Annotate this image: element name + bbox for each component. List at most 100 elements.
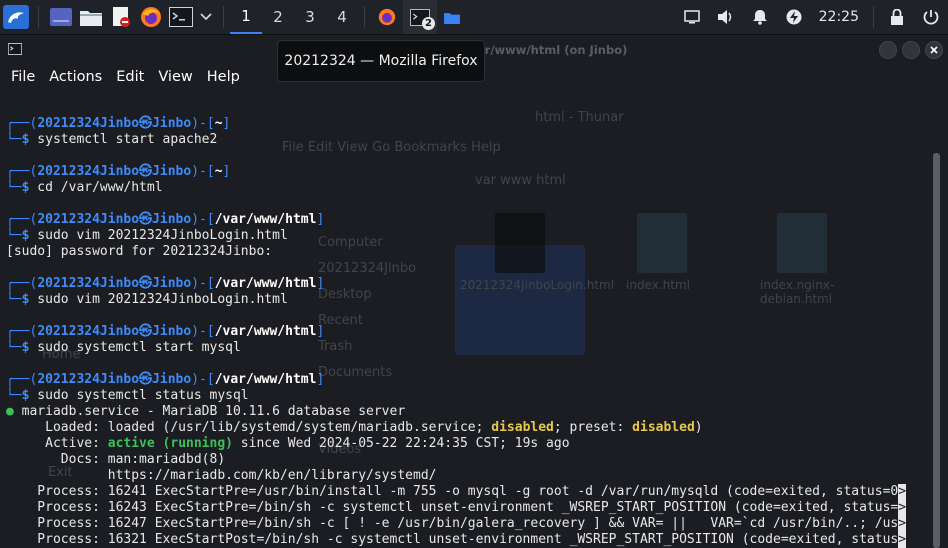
prompt-frame: ] <box>316 276 325 291</box>
prompt-frame: )-[ <box>191 164 215 179</box>
notifications-button[interactable] <box>743 0 777 34</box>
file-manager-launcher[interactable] <box>77 0 105 34</box>
status-process: Process: 16243 ExecStartPre=/bin/sh -c s… <box>6 500 899 515</box>
workspace-2[interactable]: 2 <box>262 0 294 34</box>
truncation-marker: > <box>898 532 907 548</box>
power-bolt-icon <box>786 9 802 25</box>
status-process-line: Process: 16321 ExecStartPost=/bin/sh -c … <box>6 532 907 548</box>
folder-icon <box>80 11 102 26</box>
status-process: Process: 16247 ExecStartPre=/bin/sh -c [… <box>6 516 899 531</box>
lock-screen-button[interactable] <box>880 0 914 34</box>
close-button[interactable] <box>925 41 943 59</box>
status-active-label: Active: <box>6 436 108 451</box>
terminal-icon <box>169 7 193 27</box>
volume-button[interactable] <box>709 0 743 34</box>
firefox-icon <box>141 7 161 27</box>
command-text: cd /var/www/html <box>29 180 163 195</box>
status-docs-line: Docs: man:mariadbd(8) <box>6 452 225 468</box>
terminal-icon <box>8 43 22 55</box>
prompt-user-host: 20212324Jinbo㉿Jinbo <box>37 116 192 131</box>
minimize-button[interactable] <box>879 41 897 59</box>
system-tray: 22:25 <box>675 0 948 34</box>
truncation-marker: > <box>898 500 907 516</box>
logout-icon <box>923 10 939 25</box>
prompt-frame: )-[ <box>191 212 215 227</box>
show-desktop-button[interactable] <box>47 0 75 34</box>
taskbar-separator <box>873 6 874 28</box>
prompt-frame: )-[ <box>191 116 215 131</box>
command-line: └─$ sudo systemctl start mysql <box>6 340 241 356</box>
taskbar: 1 2 3 4 2 22:25 <box>0 0 948 35</box>
workspace-3[interactable]: 3 <box>294 0 326 34</box>
prompt-frame: └─ <box>6 132 22 147</box>
prompt-frame: )-[ <box>191 324 215 339</box>
prompt-frame: ] <box>316 212 325 227</box>
desktop-icon <box>50 8 72 26</box>
prompt-line: ┌──(20212324Jinbo㉿Jinbo)-[~] <box>6 164 230 180</box>
taskbar-window-file-manager[interactable] <box>437 0 467 34</box>
taskbar-window-terminal[interactable]: 2 <box>403 0 437 34</box>
menu-help[interactable]: Help <box>207 69 240 85</box>
prompt-line: ┌──(20212324Jinbo㉿Jinbo)-[/var/www/html] <box>6 372 324 388</box>
bell-icon <box>752 10 767 25</box>
truncation-marker: > <box>898 484 907 500</box>
taskbar-separator <box>223 6 224 28</box>
menu-edit[interactable]: Edit <box>116 69 144 85</box>
firefox-launcher[interactable] <box>137 0 165 34</box>
logout-button[interactable] <box>914 0 948 34</box>
status-loaded: ; preset: <box>553 420 633 435</box>
menu-file[interactable]: File <box>11 69 35 85</box>
workspace-4[interactable]: 4 <box>326 0 358 34</box>
command-text: sudo vim 20212324JinboLogin.html <box>29 228 288 243</box>
terminal-scrollbar[interactable] <box>933 153 940 548</box>
maximize-button[interactable] <box>902 41 920 59</box>
prompt-directory: /var/www/html <box>214 324 317 339</box>
status-disabled: disabled <box>491 420 554 435</box>
taskbar-separator <box>364 6 365 28</box>
prompt-line: ┌──(20212324Jinbo㉿Jinbo)-[/var/www/html] <box>6 212 324 228</box>
launcher-dropdown-button[interactable] <box>195 0 217 34</box>
prompt-frame: ┌──( <box>6 212 38 227</box>
status-docs-line: https://mariadb.com/kb/en/library/system… <box>6 468 437 484</box>
prompt-frame: )-[ <box>191 372 215 387</box>
status-active-line: Active: active (running) since Wed 2024-… <box>6 436 569 452</box>
kali-menu-button[interactable] <box>0 0 32 34</box>
command-text: sudo vim 20212324JinboLogin.html <box>29 292 288 307</box>
clock[interactable]: 22:25 <box>811 9 867 25</box>
prompt-frame: ] <box>316 372 325 387</box>
prompt-user-host: 20212324Jinbo㉿Jinbo <box>37 276 192 291</box>
status-loaded: ) <box>694 420 703 435</box>
command-text: systemctl start apache2 <box>29 132 218 147</box>
prompt-frame: └─ <box>6 340 22 355</box>
status-unit-line: ● mariadb.service - MariaDB 10.11.6 data… <box>6 404 405 420</box>
command-line: └─$ sudo vim 20212324JinboLogin.html <box>6 292 288 308</box>
status-unit: mariadb.service - MariaDB 10.11.6 databa… <box>13 404 406 419</box>
sudo-prompt: [sudo] password for 20212324Jinbo: <box>6 244 273 259</box>
chevron-down-icon <box>200 13 212 21</box>
command-line: └─$ cd /var/www/html <box>6 180 163 196</box>
prompt-user-host: 20212324Jinbo㉿Jinbo <box>37 372 192 387</box>
display-settings-button[interactable] <box>675 0 709 34</box>
menu-view[interactable]: View <box>158 69 192 85</box>
taskbar-separator <box>38 6 39 28</box>
terminal-launcher[interactable] <box>167 0 195 34</box>
prompt-user-host: 20212324Jinbo㉿Jinbo <box>37 164 192 179</box>
menu-actions[interactable]: Actions <box>49 69 102 85</box>
lock-icon <box>891 9 903 25</box>
command-line: └─$ sudo vim 20212324JinboLogin.html <box>6 228 288 244</box>
prompt-directory: ~ <box>214 164 223 179</box>
status-loaded: Loaded: loaded (/usr/lib/systemd/system/… <box>6 420 492 435</box>
command-line: └─$ sudo systemctl status mysql <box>6 388 249 404</box>
terminal-output[interactable]: ┌──(20212324Jinbo㉿Jinbo)-[~] └─$ systemct… <box>0 115 948 548</box>
prompt-user-host: 20212324Jinbo㉿Jinbo <box>37 212 192 227</box>
status-process: Process: 16241 ExecStartPre=/usr/bin/ins… <box>6 484 899 499</box>
taskbar-window-firefox[interactable] <box>371 0 403 34</box>
workspace-1[interactable]: 1 <box>230 0 262 34</box>
prompt-frame: ┌──( <box>6 372 38 387</box>
text-editor-launcher[interactable] <box>107 0 135 34</box>
prompt-frame: └─ <box>6 228 22 243</box>
prompt-directory: /var/www/html <box>214 276 317 291</box>
prompt-frame: )-[ <box>191 276 215 291</box>
sudo-prompt-line: [sudo] password for 20212324Jinbo: <box>6 244 272 260</box>
power-manager-button[interactable] <box>777 0 811 34</box>
